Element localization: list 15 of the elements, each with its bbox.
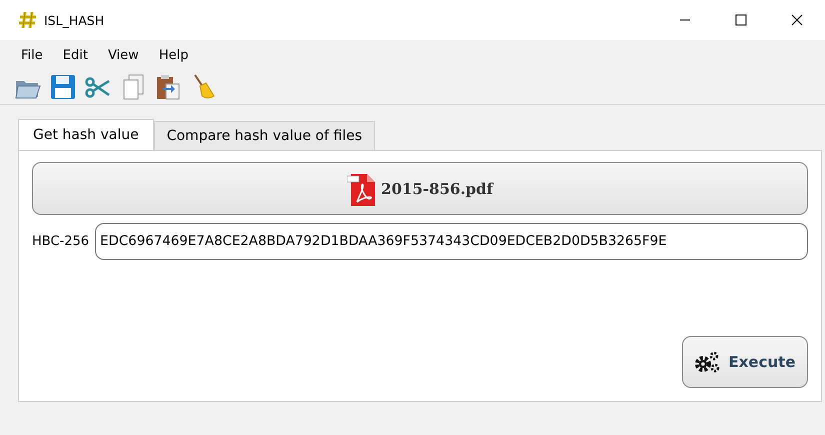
gears-icon bbox=[694, 350, 720, 374]
hash-label: HBC-256 bbox=[32, 234, 90, 249]
hash-field[interactable]: EDC6967469E7A8CE2A8BDA792D1BDAA369F5374343CD09EDCEB2D0D5B3265F9E bbox=[95, 223, 808, 260]
menu-item[interactable]: File bbox=[12, 48, 54, 62]
menu-item[interactable]: Edit bbox=[54, 48, 99, 62]
save-icon[interactable] bbox=[49, 73, 77, 101]
tab[interactable]: Get hash value bbox=[18, 119, 154, 150]
execute-button[interactable]: Execute bbox=[682, 336, 808, 388]
menu-item[interactable]: View bbox=[98, 48, 150, 62]
menu-item[interactable]: Help bbox=[150, 48, 200, 62]
paste-icon[interactable] bbox=[154, 73, 182, 101]
file-button[interactable]: 2015-856.pdf bbox=[32, 162, 808, 215]
window-title: ISL_HASH bbox=[44, 12, 104, 28]
hash-logo-icon bbox=[18, 10, 38, 30]
tab[interactable]: Compare hash value of files bbox=[154, 121, 375, 150]
